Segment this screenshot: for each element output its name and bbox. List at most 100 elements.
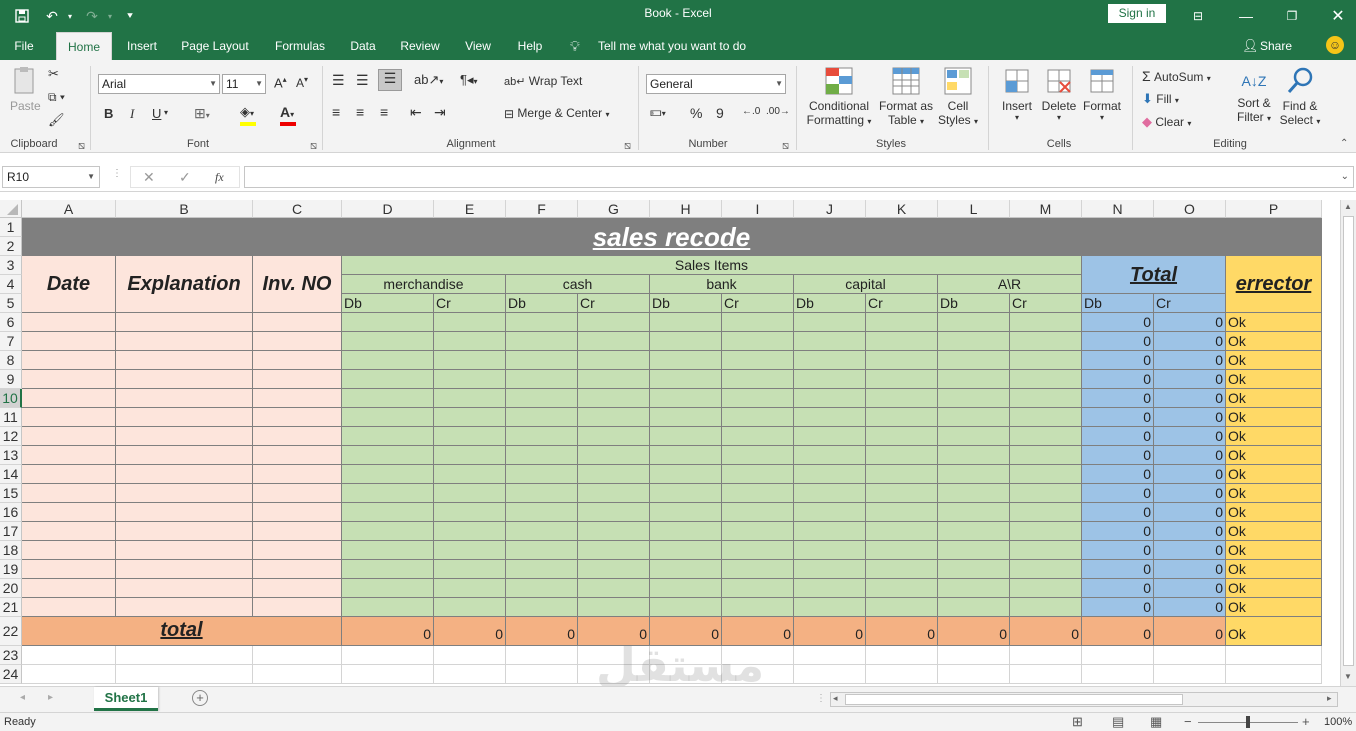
data-cell[interactable]: [22, 313, 116, 332]
orientation-icon[interactable]: ab↗▾: [414, 72, 443, 88]
number-launcher-icon[interactable]: ⧅: [782, 140, 789, 153]
share-button[interactable]: Share: [1260, 39, 1292, 53]
empty-cell[interactable]: [794, 665, 866, 684]
page-layout-view-icon[interactable]: ▤: [1112, 714, 1124, 730]
tab-formulas[interactable]: Formulas: [268, 32, 332, 60]
total-cr-value[interactable]: 0: [1154, 541, 1226, 560]
enter-check-icon[interactable]: ✓: [179, 169, 191, 186]
data-cell[interactable]: [342, 484, 434, 503]
data-cell[interactable]: [866, 522, 938, 541]
normal-view-icon[interactable]: ⊞: [1072, 714, 1083, 730]
data-cell[interactable]: [578, 370, 650, 389]
data-cell[interactable]: [938, 579, 1010, 598]
data-cell[interactable]: [578, 389, 650, 408]
data-cell[interactable]: [342, 313, 434, 332]
increase-font-icon[interactable]: A▴: [274, 75, 287, 90]
fill-color-icon[interactable]: ◈▾: [240, 104, 256, 126]
data-cell[interactable]: [342, 370, 434, 389]
data-cell[interactable]: [1010, 598, 1082, 617]
data-cell[interactable]: [253, 579, 342, 598]
data-cell[interactable]: [434, 541, 506, 560]
total-db-value[interactable]: 0: [1082, 408, 1154, 427]
data-cell[interactable]: [1010, 427, 1082, 446]
data-cell[interactable]: [506, 408, 578, 427]
empty-cell[interactable]: [1154, 646, 1226, 665]
data-cell[interactable]: [1010, 579, 1082, 598]
row-header-9[interactable]: 9: [0, 370, 22, 389]
total-db-value[interactable]: 0: [1082, 484, 1154, 503]
number-format-combo[interactable]: General ▼: [646, 74, 786, 94]
data-cell[interactable]: [342, 465, 434, 484]
total-db-header[interactable]: Db: [1082, 294, 1154, 313]
total-row-value[interactable]: 0: [434, 617, 506, 646]
empty-cell[interactable]: [342, 646, 434, 665]
tab-insert[interactable]: Insert: [120, 32, 164, 60]
chevron-down-icon[interactable]: ▾: [164, 108, 168, 117]
data-cell[interactable]: [506, 503, 578, 522]
data-cell[interactable]: [434, 408, 506, 427]
total-row-errector[interactable]: Ok: [1226, 617, 1322, 646]
delete-cells-button[interactable]: Delete ▾: [1040, 66, 1078, 122]
data-cell[interactable]: [650, 427, 722, 446]
empty-cell[interactable]: [506, 646, 578, 665]
errector-value[interactable]: Ok: [1226, 503, 1322, 522]
data-cell[interactable]: [866, 484, 938, 503]
total-db-value[interactable]: 0: [1082, 332, 1154, 351]
autosum-button[interactable]: Σ AutoSum ▾: [1142, 68, 1211, 84]
data-cell[interactable]: [506, 465, 578, 484]
data-cell[interactable]: [578, 484, 650, 503]
data-cell[interactable]: [116, 522, 253, 541]
total-row-value[interactable]: 0: [1010, 617, 1082, 646]
tab-home[interactable]: Home: [56, 32, 112, 60]
data-cell[interactable]: [650, 446, 722, 465]
sheet-tab-sheet1[interactable]: Sheet1: [94, 687, 158, 711]
total-label[interactable]: total: [22, 617, 342, 646]
data-cell[interactable]: [866, 370, 938, 389]
data-cell[interactable]: [794, 408, 866, 427]
row-header-8[interactable]: 8: [0, 351, 22, 370]
column-header-o[interactable]: O: [1154, 200, 1226, 218]
wrap-text-button[interactable]: ab↵ Wrap Text: [504, 74, 582, 88]
column-header-g[interactable]: G: [578, 200, 650, 218]
page-break-view-icon[interactable]: ▦: [1150, 714, 1162, 730]
data-cell[interactable]: [434, 389, 506, 408]
data-cell[interactable]: [22, 351, 116, 370]
total-cr-value[interactable]: 0: [1154, 427, 1226, 446]
scroll-right-icon[interactable]: ▸: [1327, 693, 1332, 704]
total-header[interactable]: Total: [1082, 256, 1226, 294]
data-cell[interactable]: [253, 313, 342, 332]
errector-value[interactable]: Ok: [1226, 332, 1322, 351]
cancel-icon[interactable]: ✕: [143, 169, 155, 186]
horizontal-scrollbar[interactable]: ◂ ▸: [830, 692, 1338, 707]
tab-review[interactable]: Review: [396, 32, 444, 60]
data-cell[interactable]: [578, 313, 650, 332]
data-cell[interactable]: [253, 522, 342, 541]
data-cell[interactable]: [434, 503, 506, 522]
data-cell[interactable]: [22, 541, 116, 560]
data-cell[interactable]: [342, 408, 434, 427]
row-header-24[interactable]: 24: [0, 665, 22, 684]
data-cell[interactable]: [342, 332, 434, 351]
accounting-format-icon[interactable]: 💵︎▾: [650, 104, 666, 120]
align-left-icon[interactable]: ≡: [332, 104, 340, 120]
data-cell[interactable]: [22, 370, 116, 389]
data-cell[interactable]: [116, 389, 253, 408]
empty-cell[interactable]: [434, 665, 506, 684]
data-cell[interactable]: [22, 465, 116, 484]
data-cell[interactable]: [342, 522, 434, 541]
data-cell[interactable]: [794, 351, 866, 370]
sales-title-cell[interactable]: sales recode: [22, 218, 1322, 256]
data-cell[interactable]: [342, 351, 434, 370]
total-db-value[interactable]: 0: [1082, 522, 1154, 541]
data-cell[interactable]: [938, 408, 1010, 427]
data-cell[interactable]: [866, 389, 938, 408]
data-cell[interactable]: [253, 541, 342, 560]
empty-cell[interactable]: [938, 646, 1010, 665]
group-header-cash[interactable]: cash: [506, 275, 650, 294]
column-header-n[interactable]: N: [1082, 200, 1154, 218]
row-header-23[interactable]: 23: [0, 646, 22, 665]
vertical-scroll-thumb[interactable]: [1343, 216, 1354, 666]
data-cell[interactable]: [116, 579, 253, 598]
db-header[interactable]: Db: [506, 294, 578, 313]
empty-cell[interactable]: [22, 665, 116, 684]
